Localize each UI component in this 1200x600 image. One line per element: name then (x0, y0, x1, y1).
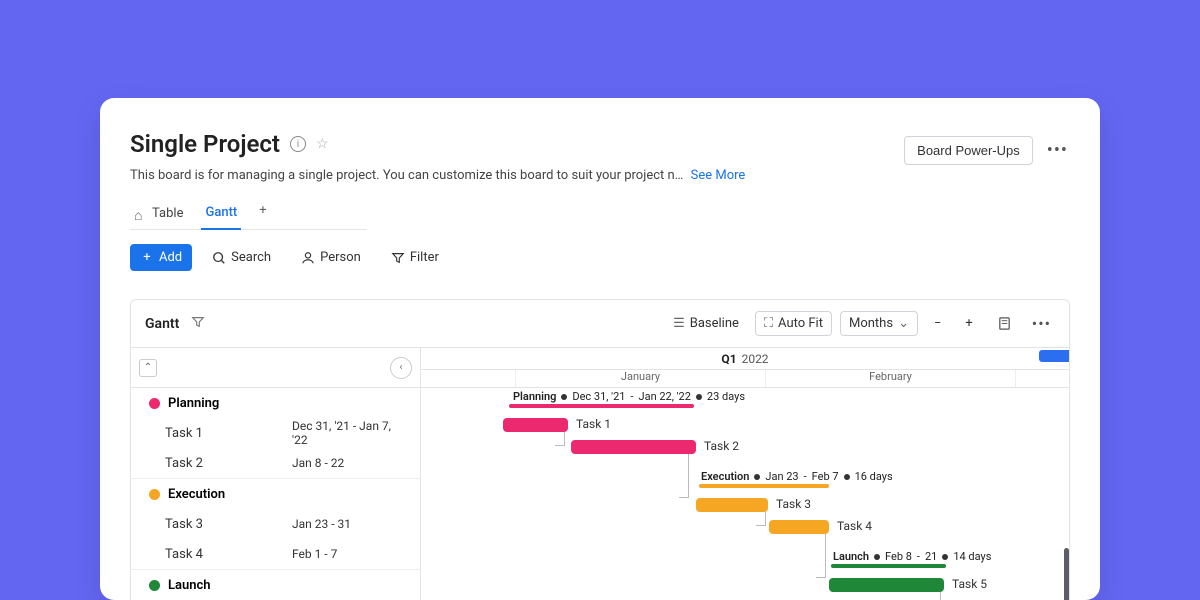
person-button[interactable]: Person (291, 244, 371, 271)
dot-icon (149, 489, 160, 500)
group-bar[interactable] (699, 484, 829, 488)
task-row[interactable]: Task 1 Dec 31, '21 - Jan 7, '22 (131, 418, 420, 448)
task-bar-label: Task 4 (837, 519, 872, 533)
view-tabs: Table Gantt + (130, 199, 367, 230)
export-icon[interactable] (989, 312, 1020, 335)
more-menu-icon[interactable]: ••• (1043, 136, 1072, 165)
tab-gantt[interactable]: Gantt (201, 199, 241, 230)
month-prev (421, 370, 516, 387)
dependency-line (679, 454, 689, 498)
see-more-link[interactable]: See More (691, 168, 746, 183)
task-bar[interactable] (769, 520, 829, 534)
group-bar[interactable] (831, 564, 946, 568)
dot-icon (149, 580, 160, 591)
bar-summary: Launch Feb 8 - 21 14 days (833, 550, 991, 563)
task-bar-label: Task 3 (776, 497, 811, 511)
month-col: January (516, 370, 766, 387)
dot-icon (149, 398, 160, 409)
task-bar[interactable] (696, 498, 768, 512)
chevron-down-icon: ⌄ (898, 316, 909, 331)
bar-summary: Planning Dec 31, '21 - Jan 22, '22 23 da… (513, 390, 745, 403)
task-bar[interactable] (503, 418, 568, 432)
group-launch[interactable]: Launch (131, 570, 420, 600)
task-bar[interactable] (829, 578, 944, 592)
gantt-filter-icon[interactable] (191, 314, 205, 333)
timeline[interactable]: Q1 2022 January February Planning Dec 31… (421, 348, 1069, 600)
group-planning[interactable]: Planning (131, 388, 420, 418)
gantt-panel-title: Gantt (145, 316, 179, 332)
autofit-icon: ⛶ (764, 316, 773, 331)
autofit-button[interactable]: ⛶ Auto Fit (755, 311, 832, 336)
group-execution[interactable]: Execution (131, 479, 420, 509)
chevron-left-icon[interactable]: ‹ (390, 357, 412, 379)
power-ups-button[interactable]: Board Power-Ups (904, 136, 1033, 165)
zoom-out-button[interactable]: − (926, 312, 949, 335)
task-list: ⌃ ‹ Planning Task 1 Dec 31, '21 - Jan 7,… (131, 348, 421, 600)
search-icon (212, 251, 226, 265)
star-icon[interactable]: ☆ (316, 136, 329, 152)
task-bar-label: Task 2 (704, 439, 739, 453)
task-row[interactable]: Task 4 Feb 1 - 7 (131, 539, 420, 569)
zoom-in-button[interactable]: + (957, 312, 980, 335)
plus-icon: + (140, 251, 154, 265)
group-bar[interactable] (509, 404, 694, 408)
add-button[interactable]: + Add (130, 244, 192, 271)
dependency-line (931, 592, 941, 600)
dependency-line (555, 432, 565, 446)
home-icon (134, 207, 147, 220)
quarter-label: Q1 2022 (421, 348, 1069, 370)
scrollbar[interactable] (1064, 548, 1069, 600)
dependency-line (756, 512, 766, 526)
search-button[interactable]: Search (202, 244, 281, 271)
task-row[interactable]: Task 3 Jan 23 - 31 (131, 509, 420, 539)
task-bar-label: Task 1 (576, 417, 611, 431)
gantt-more-icon[interactable]: ••• (1028, 310, 1055, 337)
person-icon (301, 251, 315, 265)
add-tab-button[interactable]: + (255, 203, 270, 226)
baseline-button[interactable]: ☰ Baseline (665, 312, 747, 335)
collapse-all-icon[interactable]: ⌃ (139, 359, 157, 377)
baseline-icon: ☰ (673, 316, 685, 331)
bar-summary: Execution Jan 23 - Feb 7 16 days (701, 470, 893, 483)
dependency-line (816, 534, 826, 578)
info-icon[interactable]: i (290, 136, 306, 152)
filter-button[interactable]: Filter (381, 244, 449, 271)
board-description: This board is for managing a single proj… (130, 168, 683, 183)
task-bar-label: Task 5 (952, 577, 987, 591)
tab-table[interactable]: Table (130, 200, 187, 229)
today-indicator (1039, 350, 1069, 362)
filter-icon (391, 251, 405, 265)
month-col: February (766, 370, 1016, 387)
task-bar[interactable] (571, 440, 696, 454)
page-title: Single Project (130, 130, 280, 158)
timescale-select[interactable]: Months ⌄ (840, 311, 918, 336)
task-row[interactable]: Task 2 Jan 8 - 22 (131, 448, 420, 478)
